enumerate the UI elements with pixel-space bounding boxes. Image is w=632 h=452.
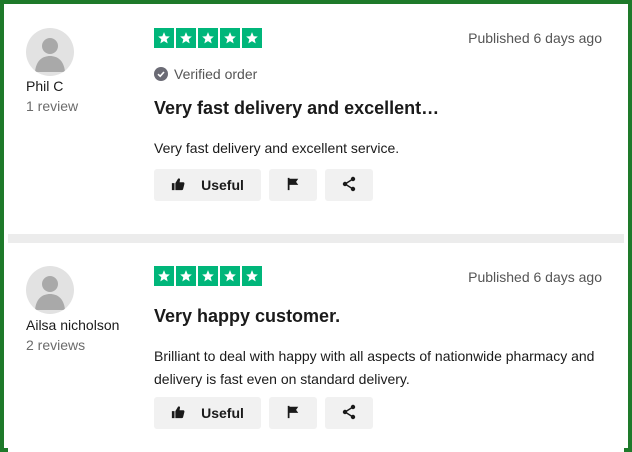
reviewer-name[interactable]: Ailsa nicholson: [26, 317, 119, 333]
useful-button[interactable]: Useful: [154, 397, 261, 429]
published-date: Published 6 days ago: [468, 269, 602, 285]
share-button[interactable]: [325, 397, 373, 429]
useful-button[interactable]: Useful: [154, 169, 261, 201]
reviewer-review-count: 2 reviews: [26, 337, 86, 353]
published-date: Published 6 days ago: [468, 30, 602, 46]
thumbs-up-icon: [171, 405, 185, 422]
thumbs-up-icon: [171, 177, 185, 194]
review-body: Brilliant to deal with happy with all as…: [154, 348, 595, 387]
star-icon: [242, 28, 262, 48]
review-card: Phil C 1 review Published 6 days ago Ver…: [8, 8, 624, 234]
star-icon: [176, 266, 196, 286]
share-icon: [341, 404, 357, 423]
star-rating: [154, 266, 262, 286]
report-button[interactable]: [269, 397, 317, 429]
avatar-placeholder-icon[interactable]: [26, 266, 74, 314]
useful-label: Useful: [201, 177, 244, 193]
share-button[interactable]: [325, 169, 373, 201]
star-icon: [154, 266, 174, 286]
review-body: Very fast delivery and excellent service…: [154, 140, 400, 156]
flag-icon: [286, 177, 300, 194]
star-icon: [154, 28, 174, 48]
report-button[interactable]: [269, 169, 317, 201]
reviews-frame: Phil C 1 review Published 6 days ago Ver…: [0, 0, 632, 452]
star-icon: [220, 28, 240, 48]
avatar-placeholder-icon[interactable]: [26, 28, 74, 76]
review-card: Ailsa nicholson 2 reviews Published 6 da…: [8, 243, 624, 452]
reviewer-review-count: 1 review: [26, 98, 79, 114]
star-icon: [242, 266, 262, 286]
flag-icon: [286, 405, 300, 422]
review-title[interactable]: Very happy customer.: [154, 306, 340, 327]
check-badge-icon: [154, 67, 168, 81]
star-rating: [154, 28, 262, 48]
star-icon: [176, 28, 196, 48]
review-title[interactable]: Very fast delivery and excellent…: [154, 98, 439, 119]
star-icon: [220, 266, 240, 286]
share-icon: [341, 176, 357, 195]
review-divider: [8, 234, 624, 243]
star-icon: [198, 28, 218, 48]
useful-label: Useful: [201, 405, 244, 421]
verified-order-text: Verified order: [174, 66, 258, 82]
verified-order-label: Verified order: [154, 66, 257, 82]
star-icon: [198, 266, 218, 286]
review-actions: Useful: [154, 169, 373, 201]
review-actions: Useful: [154, 397, 373, 429]
reviewer-name[interactable]: Phil C: [26, 78, 63, 94]
